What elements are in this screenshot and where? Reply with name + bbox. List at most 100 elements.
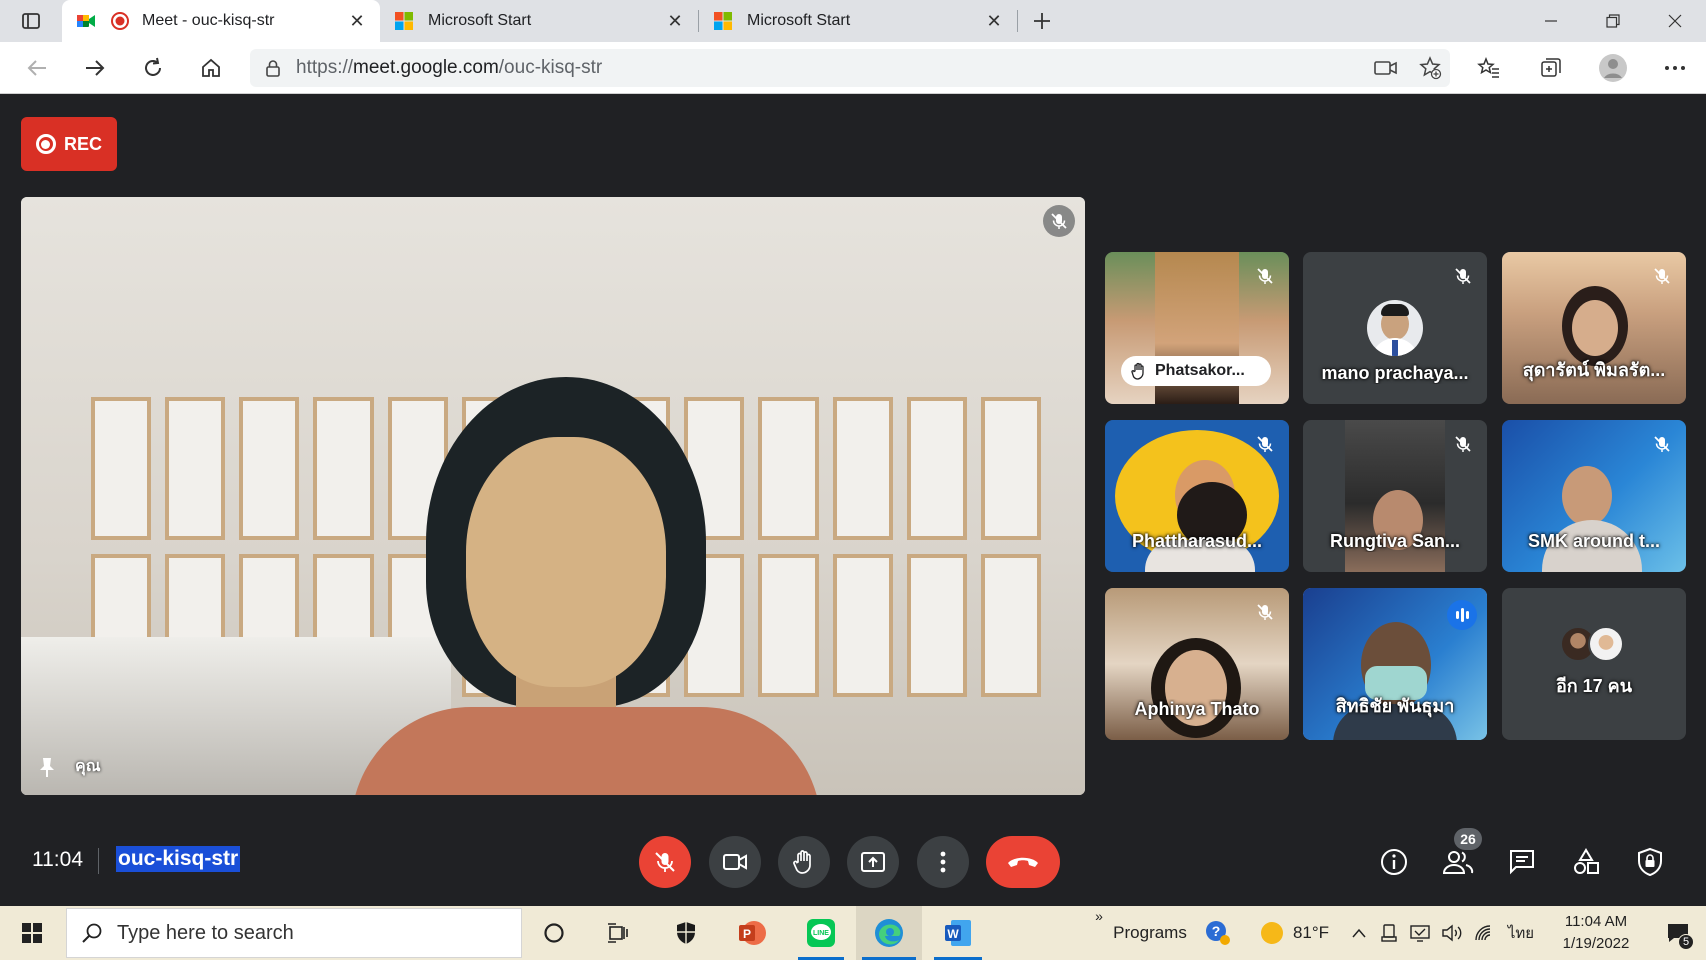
- tab-microsoft-start-2[interactable]: Microsoft Start ✕: [699, 0, 1017, 42]
- restore-button[interactable]: [1582, 0, 1644, 42]
- add-favorite-icon[interactable]: [1418, 56, 1442, 80]
- leave-call-button[interactable]: [986, 836, 1060, 888]
- more-options-button[interactable]: [917, 836, 969, 888]
- chat-button[interactable]: [1500, 840, 1544, 884]
- taskbar-security-app[interactable]: [660, 906, 712, 960]
- close-tab-icon[interactable]: ✕: [664, 10, 686, 32]
- participant-tile[interactable]: Phattharasud...: [1105, 420, 1289, 572]
- present-screen-button[interactable]: [847, 836, 899, 888]
- task-view-icon: [608, 923, 628, 943]
- settings-menu-button[interactable]: [1644, 42, 1706, 94]
- lock-icon: [266, 60, 280, 77]
- collections-button[interactable]: [1520, 42, 1582, 94]
- url-text[interactable]: https://meet.google.com/ouc-kisq-str: [296, 57, 602, 79]
- host-controls-button[interactable]: [1628, 840, 1672, 884]
- usb-device-icon: [1381, 924, 1397, 942]
- mic-off-icon: [655, 852, 675, 872]
- mic-off-icon: [1043, 205, 1075, 237]
- close-tab-icon[interactable]: ✕: [346, 10, 368, 32]
- site-info-button[interactable]: [250, 59, 296, 77]
- camera-in-use-icon[interactable]: [1374, 59, 1398, 77]
- cortana-button[interactable]: [528, 906, 580, 960]
- self-name-tag: คุณ: [37, 754, 101, 779]
- meeting-code[interactable]: ouc-kisq-str: [116, 846, 241, 872]
- tab-actions-button[interactable]: [0, 0, 62, 42]
- refresh-button[interactable]: [124, 42, 182, 94]
- recording-indicator-icon: [111, 12, 129, 30]
- participant-tile[interactable]: สุดารัตน์ พิมลรัต...: [1502, 252, 1686, 404]
- main-video-tile[interactable]: คุณ: [21, 197, 1085, 795]
- refresh-icon: [145, 57, 161, 76]
- favorites-button[interactable]: [1458, 42, 1520, 94]
- participant-tile[interactable]: Rungtiva San...: [1303, 420, 1487, 572]
- home-button[interactable]: [182, 42, 240, 94]
- participant-tile-active-speaker[interactable]: สิทธิชัย พันธุมา: [1303, 588, 1487, 740]
- participant-name: Phatsakor...: [1155, 362, 1245, 379]
- taskbar-search-box[interactable]: Type here to search: [66, 908, 522, 958]
- home-icon: [202, 58, 220, 77]
- raised-hand-icon: [793, 850, 811, 874]
- plus-icon: [1034, 13, 1050, 29]
- wifi-icon: [1475, 925, 1491, 941]
- participant-tile[interactable]: Phatsakor...: [1105, 252, 1289, 404]
- toggle-camera-button[interactable]: [709, 836, 761, 888]
- participant-name: SMK around t...: [1528, 531, 1660, 551]
- help-tray-button[interactable]: ?: [1192, 906, 1244, 960]
- new-tab-button[interactable]: [1018, 0, 1066, 42]
- address-bar[interactable]: https://meet.google.com/ouc-kisq-str: [250, 49, 1450, 87]
- hang-up-icon: [1008, 857, 1038, 867]
- back-button[interactable]: [8, 42, 66, 94]
- show-hidden-icons-button[interactable]: [1344, 906, 1374, 960]
- info-icon: [1381, 849, 1407, 875]
- more-participants-label: อีก 17 คน: [1555, 676, 1633, 696]
- recording-badge[interactable]: REC: [21, 117, 117, 171]
- participant-tile[interactable]: SMK around t...: [1502, 420, 1686, 572]
- cortana-icon: [544, 923, 564, 943]
- activities-button[interactable]: [1564, 840, 1608, 884]
- wifi-button[interactable]: [1468, 906, 1500, 960]
- date-time: 11:04 AM 1/19/2022: [1563, 911, 1630, 955]
- task-view-button[interactable]: [592, 906, 644, 960]
- input-language-button[interactable]: ไทย: [1500, 906, 1542, 960]
- close-icon: [1668, 14, 1682, 28]
- toggle-microphone-button[interactable]: [639, 836, 691, 888]
- pin-icon[interactable]: [37, 756, 57, 778]
- tab-meet[interactable]: Meet - ouc-kisq-str ✕: [62, 0, 380, 42]
- participant-tile[interactable]: mano prachaya...: [1303, 252, 1487, 404]
- taskbar-line[interactable]: LINE: [792, 906, 850, 960]
- tray-usb-button[interactable]: [1374, 906, 1404, 960]
- tray-network-button[interactable]: [1404, 906, 1436, 960]
- favorites-icon: [1477, 57, 1499, 78]
- shapes-icon: [1574, 848, 1599, 874]
- svg-text:P: P: [743, 927, 751, 941]
- action-center-button[interactable]: 5: [1650, 906, 1706, 960]
- weather-widget[interactable]: 81°F: [1244, 906, 1344, 960]
- taskbar-edge[interactable]: [856, 906, 922, 960]
- forward-button[interactable]: [66, 42, 124, 94]
- raise-hand-button[interactable]: [778, 836, 830, 888]
- close-window-button[interactable]: [1644, 0, 1706, 42]
- programs-toolbar[interactable]: Programs: [1108, 906, 1192, 960]
- show-everyone-button[interactable]: 26: [1436, 828, 1482, 884]
- taskbar-word[interactable]: W: [928, 906, 988, 960]
- volume-button[interactable]: [1436, 906, 1468, 960]
- more-participants-tile[interactable]: อีก 17 คน: [1502, 588, 1686, 740]
- mic-off-icon: [1251, 598, 1279, 626]
- meeting-details-button[interactable]: [1372, 840, 1416, 884]
- windows-taskbar: Type here to search P LINE W » Programs …: [0, 906, 1706, 960]
- minimize-button[interactable]: [1520, 0, 1582, 42]
- toolbar-chevron-icon[interactable]: »: [1090, 906, 1108, 960]
- participant-tile[interactable]: Aphinya Thato: [1105, 588, 1289, 740]
- profile-button[interactable]: [1582, 42, 1644, 94]
- sun-icon: [1260, 922, 1283, 944]
- close-tab-icon[interactable]: ✕: [983, 10, 1005, 32]
- taskbar-powerpoint[interactable]: P: [724, 906, 780, 960]
- meet-call-area: REC คุณ Phatsakor... mano prachaya... สุ…: [0, 95, 1706, 906]
- tab-microsoft-start-1[interactable]: Microsoft Start ✕: [380, 0, 698, 42]
- start-button[interactable]: [0, 906, 64, 960]
- present-screen-icon: [861, 852, 885, 872]
- clock-button[interactable]: 11:04 AM 1/19/2022: [1542, 906, 1650, 960]
- line-app-icon: LINE: [807, 919, 835, 947]
- tab-title: Meet - ouc-kisq-str: [142, 12, 275, 29]
- raised-hand-icon: [1131, 362, 1144, 380]
